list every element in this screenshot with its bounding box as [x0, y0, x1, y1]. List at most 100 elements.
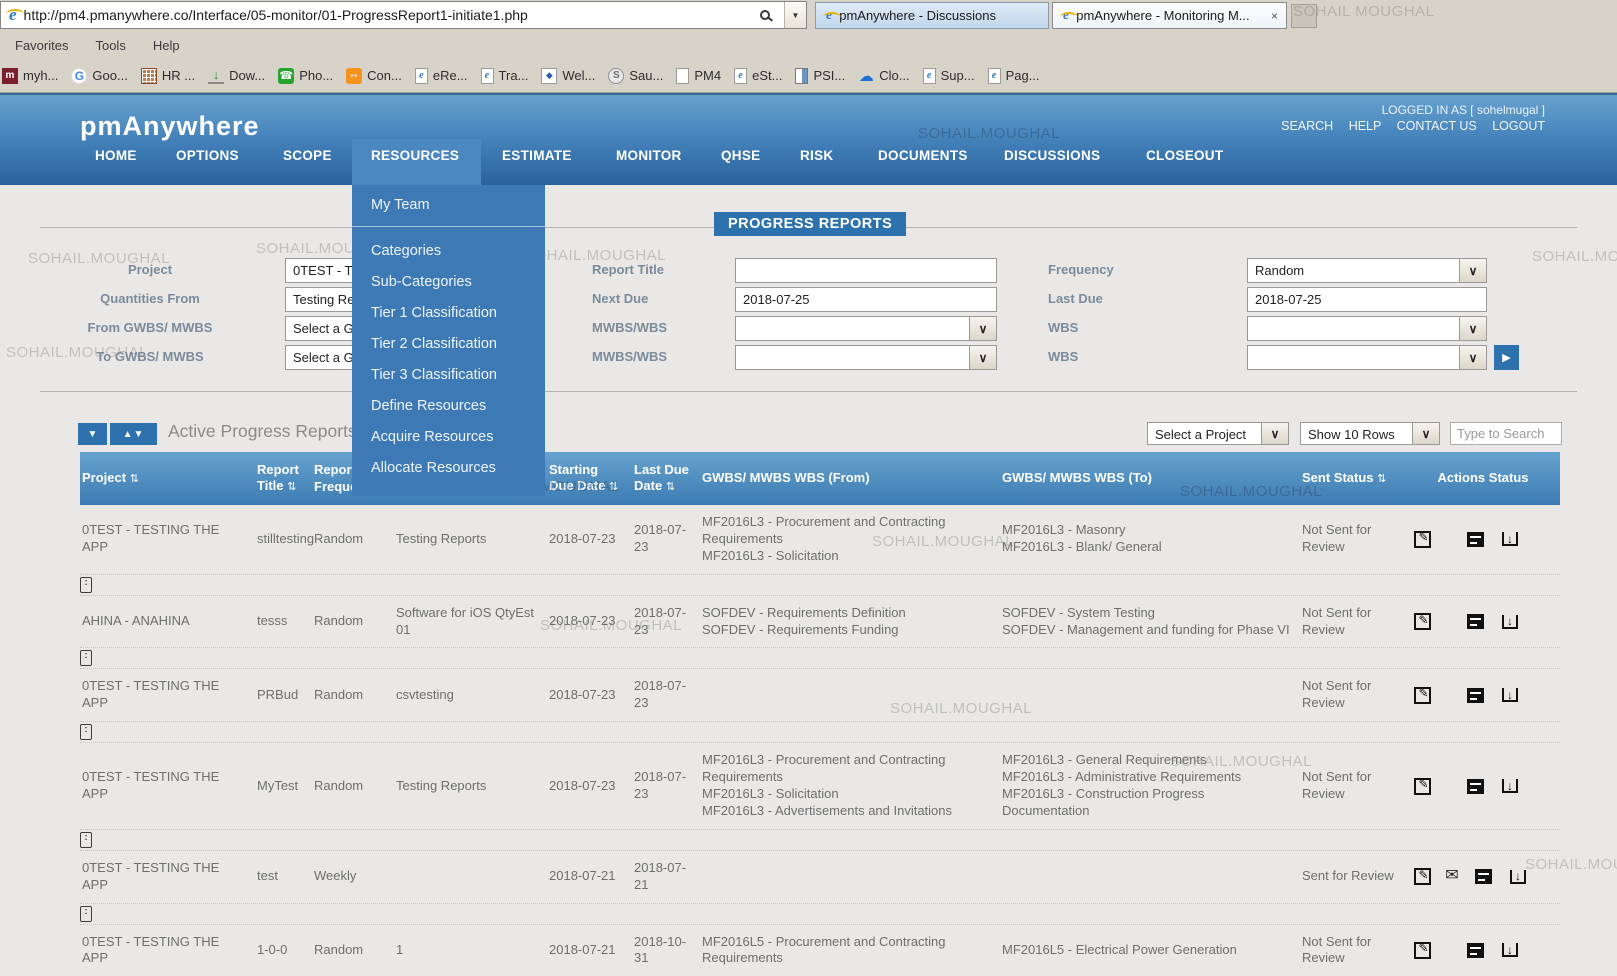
- nav-risk[interactable]: RISK: [800, 148, 833, 163]
- nav-resources[interactable]: RESOURCES: [371, 148, 459, 163]
- download-icon[interactable]: ↓: [1502, 779, 1518, 793]
- chevron-down-icon[interactable]: ∨: [969, 346, 996, 369]
- favorite-item[interactable]: ePag...: [988, 68, 1040, 84]
- favorite-item[interactable]: ↓Dow...: [208, 68, 265, 84]
- chevron-down-icon[interactable]: ∨: [969, 317, 996, 340]
- link-logout[interactable]: LOGOUT: [1492, 119, 1545, 133]
- report-card-icon[interactable]: [1467, 532, 1484, 547]
- download-icon[interactable]: ↓: [1502, 615, 1518, 629]
- close-tab-icon[interactable]: ×: [1271, 9, 1278, 23]
- new-tab-button[interactable]: [1291, 4, 1317, 28]
- mwbs-wbs-select-1[interactable]: ∨: [735, 316, 997, 341]
- favorite-item[interactable]: eeSt...: [734, 68, 782, 84]
- nav-home[interactable]: HOME: [95, 148, 137, 163]
- col-project[interactable]: Project ⇅: [80, 464, 255, 493]
- menu-item-tier1-classification[interactable]: Tier 1 Classification: [352, 298, 545, 329]
- table-rows-select[interactable]: Show 10 Rows∨: [1300, 422, 1440, 445]
- menu-item-tier3-classification[interactable]: Tier 3 Classification: [352, 360, 545, 391]
- favorite-item[interactable]: PSI...: [795, 68, 845, 84]
- favorite-item[interactable]: eTra...: [481, 68, 529, 84]
- row-insert-icon[interactable]: :: [80, 724, 92, 740]
- row-insert-icon[interactable]: :: [80, 906, 92, 922]
- download-icon[interactable]: ↓: [1502, 532, 1518, 546]
- favorite-item[interactable]: ◆Wel...: [541, 68, 595, 84]
- menu-item-sub-categories[interactable]: Sub-Categories: [352, 267, 545, 298]
- menu-favorites[interactable]: Favorites: [15, 38, 68, 53]
- row-insert-icon[interactable]: :: [80, 650, 92, 666]
- favorite-item[interactable]: ▪▪Con...: [346, 68, 402, 84]
- report-card-icon[interactable]: [1467, 688, 1484, 703]
- favorite-item[interactable]: SSau...: [608, 68, 663, 84]
- download-icon[interactable]: ↓: [1502, 688, 1518, 702]
- nav-monitor[interactable]: MONITOR: [616, 148, 682, 163]
- report-card-icon[interactable]: [1467, 614, 1484, 629]
- favorite-item[interactable]: PM4: [676, 68, 721, 84]
- edit-icon[interactable]: ✎: [1414, 531, 1431, 548]
- favorite-item[interactable]: HR ...: [141, 68, 195, 84]
- nav-discussions[interactable]: DISCUSSIONS: [1004, 148, 1100, 163]
- nav-documents[interactable]: DOCUMENTS: [878, 148, 968, 163]
- favorite-item[interactable]: eSup...: [923, 68, 975, 84]
- table-project-select[interactable]: Select a Project∨: [1147, 422, 1289, 445]
- app-logo[interactable]: pmAnywhere: [80, 111, 260, 142]
- menu-item-tier2-classification[interactable]: Tier 2 Classification: [352, 329, 545, 360]
- menu-item-allocate-resources[interactable]: Allocate Resources: [352, 453, 545, 484]
- row-insert-icon[interactable]: :: [80, 577, 92, 593]
- chevron-down-icon[interactable]: ∨: [1459, 259, 1486, 282]
- collapse-button[interactable]: ▼: [78, 423, 107, 445]
- link-search[interactable]: SEARCH: [1281, 119, 1333, 133]
- menu-item-categories[interactable]: Categories: [352, 236, 545, 267]
- report-title-input[interactable]: [735, 258, 997, 283]
- submit-filter-button[interactable]: ▶: [1494, 345, 1519, 370]
- chevron-down-icon[interactable]: ∨: [1459, 317, 1486, 340]
- col-report-title[interactable]: Report Title ⇅: [255, 456, 312, 501]
- link-contact-us[interactable]: CONTACT US: [1397, 119, 1477, 133]
- nav-qhse[interactable]: QHSE: [721, 148, 760, 163]
- favorite-item[interactable]: GGoo...: [71, 68, 127, 84]
- link-help[interactable]: HELP: [1349, 119, 1381, 133]
- address-dropdown-button[interactable]: ▼: [784, 2, 806, 28]
- menu-help[interactable]: Help: [153, 38, 180, 53]
- edit-icon[interactable]: ✎: [1414, 613, 1431, 630]
- search-icon[interactable]: [760, 10, 770, 20]
- address-bar[interactable]: e http://pm4.pmanywhere.co/Interface/05-…: [0, 1, 807, 29]
- menu-item-define-resources[interactable]: Define Resources: [352, 391, 545, 422]
- nav-estimate[interactable]: ESTIMATE: [502, 148, 572, 163]
- nav-options[interactable]: OPTIONS: [176, 148, 239, 163]
- frequency-select[interactable]: Random∨: [1247, 258, 1487, 283]
- edit-icon[interactable]: ✎: [1414, 942, 1431, 959]
- chevron-down-icon[interactable]: ∨: [1459, 346, 1486, 369]
- menu-item-my-team[interactable]: My Team: [352, 185, 545, 226]
- tab-monitoring[interactable]: e pmAnywhere - Monitoring M... ×: [1052, 2, 1287, 29]
- next-due-input[interactable]: 2018-07-25: [735, 287, 997, 312]
- menu-tools[interactable]: Tools: [95, 38, 125, 53]
- table-search-input[interactable]: [1450, 422, 1562, 445]
- mwbs-wbs-select-2[interactable]: ∨: [735, 345, 997, 370]
- report-card-icon[interactable]: [1467, 779, 1484, 794]
- menu-item-acquire-resources[interactable]: Acquire Resources: [352, 422, 545, 453]
- wbs-select-2[interactable]: ∨: [1247, 345, 1487, 370]
- download-icon[interactable]: ↓: [1510, 870, 1526, 884]
- favorite-item[interactable]: ☁Clo...: [858, 68, 909, 84]
- edit-icon[interactable]: ✎: [1414, 687, 1431, 704]
- envelope-icon[interactable]: ✉: [1443, 869, 1461, 884]
- last-due-input[interactable]: 2018-07-25: [1247, 287, 1487, 312]
- nav-scope[interactable]: SCOPE: [283, 148, 332, 163]
- edit-icon[interactable]: ✎: [1414, 868, 1431, 885]
- tab-discussions[interactable]: e pmAnywhere - Discussions: [815, 2, 1049, 29]
- url-text[interactable]: http://pm4.pmanywhere.co/Interface/05-mo…: [24, 7, 760, 23]
- col-last-due-date[interactable]: Last Due Date ⇅: [632, 456, 700, 501]
- row-insert-icon[interactable]: :: [80, 832, 92, 848]
- chevron-down-icon[interactable]: ∨: [1261, 423, 1288, 444]
- col-starting-due-date[interactable]: Starting Due Date ⇅: [547, 456, 632, 501]
- favorite-item[interactable]: eeRe...: [415, 68, 468, 84]
- edit-icon[interactable]: ✎: [1414, 778, 1431, 795]
- favorite-item[interactable]: mmyh...: [2, 68, 58, 84]
- sort-toggle-button[interactable]: ▲▼: [110, 423, 157, 445]
- col-sent-status[interactable]: Sent Status ⇅: [1300, 464, 1412, 493]
- chevron-down-icon[interactable]: ∨: [1412, 423, 1439, 444]
- nav-closeout[interactable]: CLOSEOUT: [1146, 148, 1223, 163]
- report-card-icon[interactable]: [1467, 943, 1484, 958]
- favorite-item[interactable]: ☎Pho...: [278, 68, 333, 84]
- wbs-select-1[interactable]: ∨: [1247, 316, 1487, 341]
